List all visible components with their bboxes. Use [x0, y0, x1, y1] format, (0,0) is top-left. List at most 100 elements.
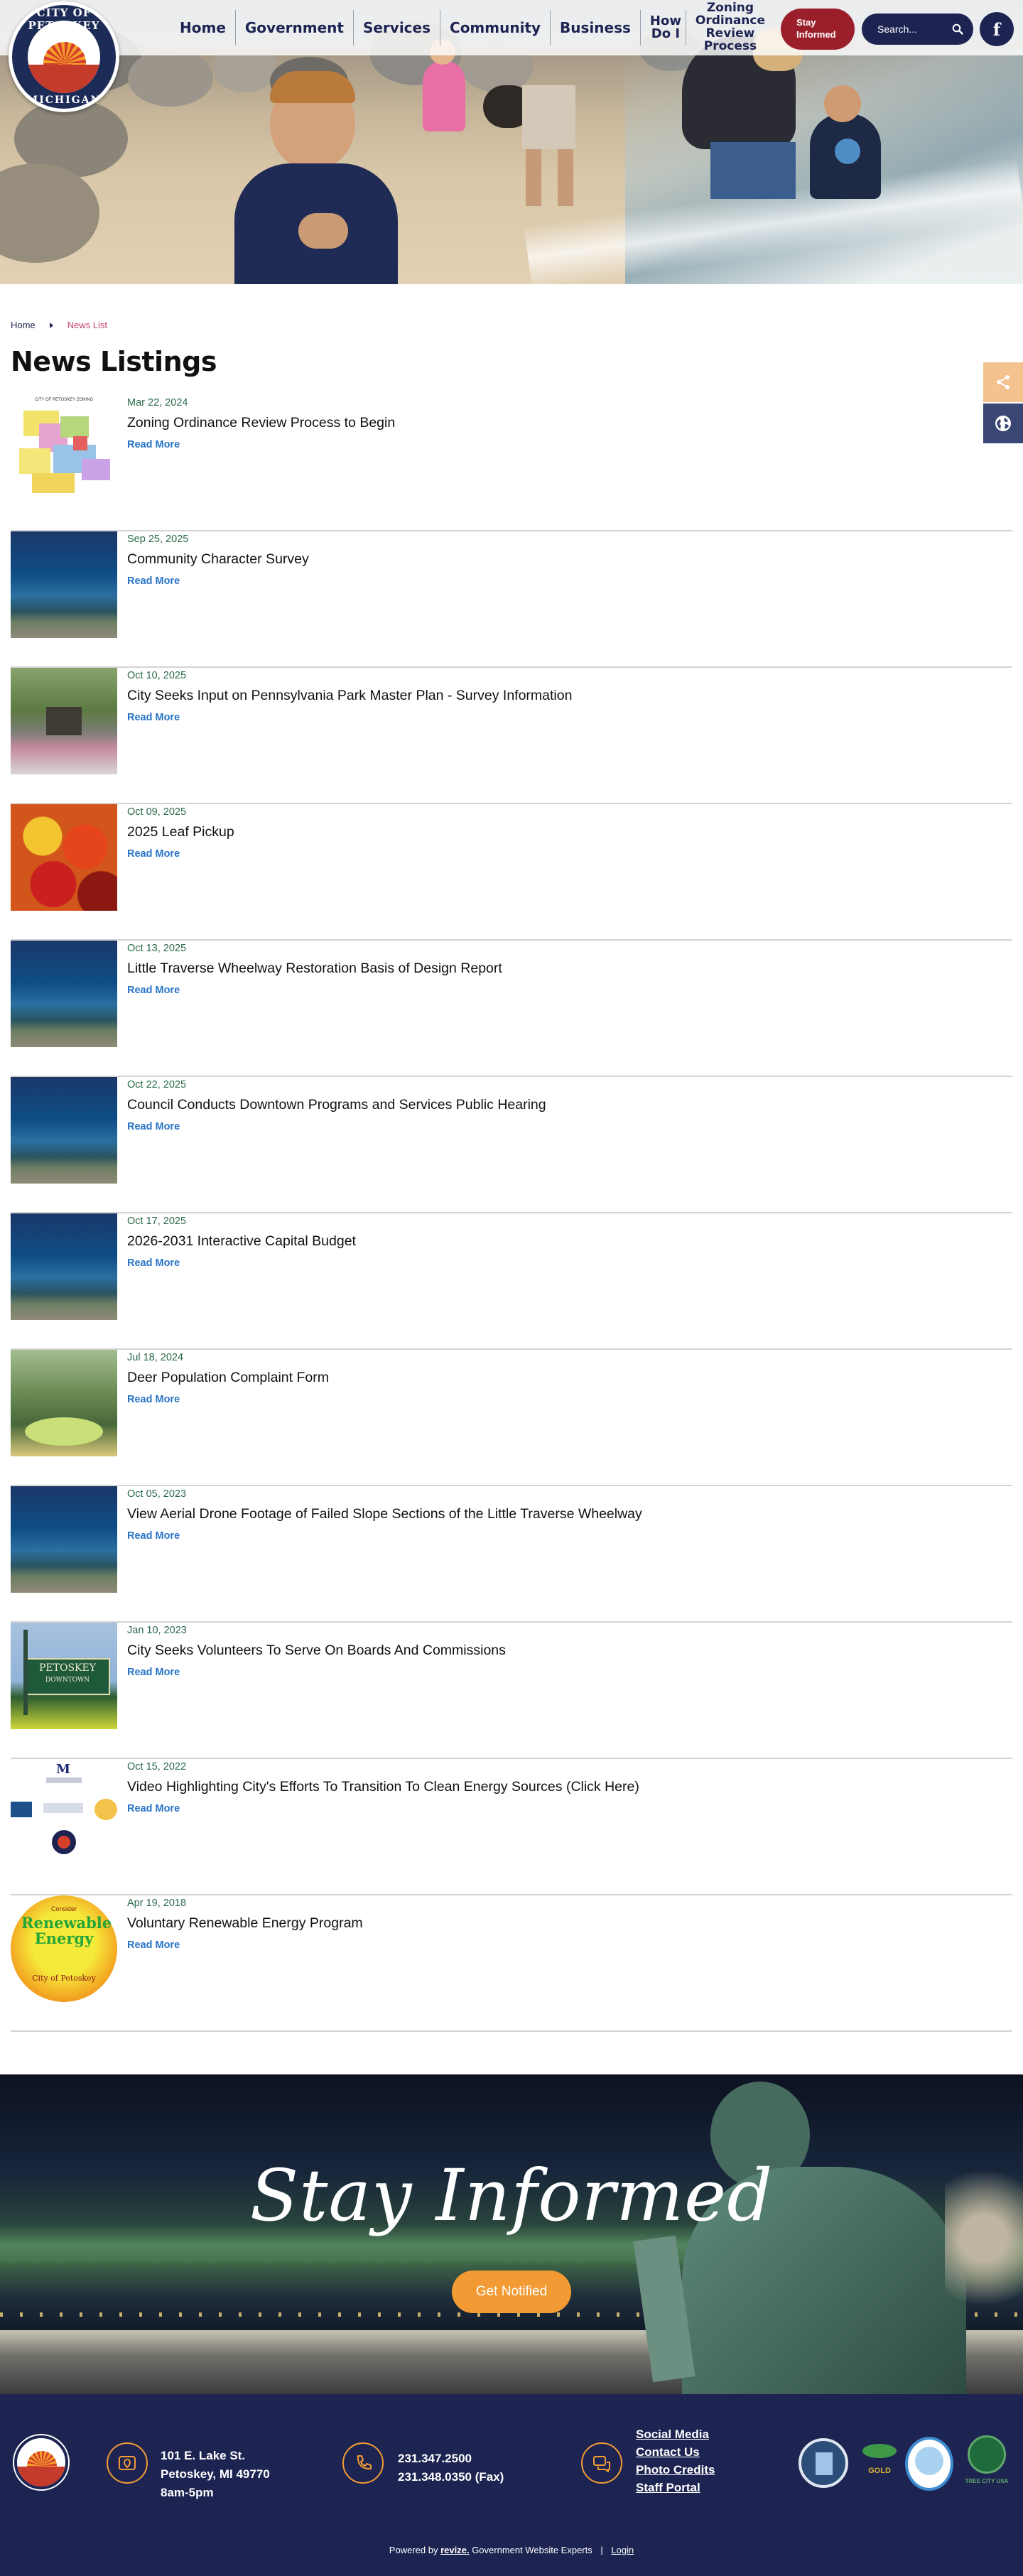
news-title[interactable]: Video Highlighting City's Efforts To Tra…	[127, 1779, 639, 1795]
contact-us-link[interactable]: Contact Us	[636, 2443, 715, 2461]
breadcrumb-home[interactable]: Home	[11, 320, 36, 330]
news-thumbnail[interactable]: M	[11, 1759, 117, 1866]
news-date: Sep 25, 2025	[127, 534, 189, 545]
search-input[interactable]	[877, 23, 951, 35]
nav-services[interactable]: Services	[354, 10, 441, 45]
news-item: Oct 10, 2025 City Seeks Input on Pennsyl…	[11, 668, 1012, 804]
read-more-link[interactable]: Read More	[127, 439, 395, 450]
news-thumbnail[interactable]: Consider Renewable Energy City of Petosk…	[11, 1895, 117, 2002]
news-thumbnail[interactable]	[11, 668, 117, 774]
news-title[interactable]: Council Conducts Downtown Programs and S…	[127, 1097, 546, 1113]
hero-image: CITY OF PETOSKEY MICHIGAN Home Governmen…	[0, 0, 1023, 284]
social-media-link[interactable]: Social Media	[636, 2425, 715, 2443]
footer-links: Social Media Contact Us Photo Credits St…	[636, 2425, 715, 2496]
read-more-link[interactable]: Read More	[127, 1257, 356, 1269]
news-thumbnail[interactable]	[11, 1077, 117, 1184]
news-title[interactable]: Zoning Ordinance Review Process to Begin	[127, 415, 395, 431]
tree-city-badge[interactable]: TREE CITY USA	[963, 2435, 1010, 2492]
news-title[interactable]: Deer Population Complaint Form	[127, 1370, 329, 1386]
stay-informed-label: Stay Informed	[796, 17, 836, 40]
news-thumbnail[interactable]	[11, 1486, 117, 1593]
news-thumbnail[interactable]	[11, 804, 117, 911]
powered-suffix: Government Website Experts	[472, 2545, 592, 2555]
read-more-link[interactable]: Read More	[127, 575, 309, 587]
nav-how-do-i[interactable]: How Do I	[641, 10, 686, 45]
news-title[interactable]: 2026-2031 Interactive Capital Budget	[127, 1233, 356, 1250]
news-thumbnail[interactable]	[11, 941, 117, 1047]
award-badge-blue[interactable]	[905, 2437, 953, 2491]
news-date: Oct 22, 2025	[127, 1079, 187, 1091]
news-body: Apr 19, 2018 Voluntary Renewable Energy …	[127, 1898, 363, 1951]
read-more-link[interactable]: Read More	[127, 985, 502, 996]
news-thumbnail[interactable]: CITY OF PETOSKEY ZONING	[11, 395, 117, 502]
office-hours: 8am-5pm	[161, 2486, 214, 2499]
footer-address: 101 E. Lake St. Petoskey, MI 49770 8am-5…	[161, 2447, 270, 2502]
renew-main-text: Renewable Energy	[21, 1914, 112, 1948]
read-more-link[interactable]: Read More	[127, 1803, 639, 1814]
breadcrumb-arrow-icon	[49, 322, 53, 328]
news-thumbnail[interactable]	[11, 1350, 117, 1456]
news-date: Oct 15, 2022	[127, 1761, 187, 1773]
nav-business[interactable]: Business	[551, 10, 641, 45]
city-logo[interactable]: CITY OF PETOSKEY MICHIGAN	[9, 1, 119, 112]
gold-badge-text: GOLD	[868, 2467, 891, 2475]
news-thumbnail[interactable]: PETOSKEY DOWNTOWN	[11, 1623, 117, 1729]
stay-informed-button[interactable]: Stay Informed	[781, 9, 855, 50]
news-title[interactable]: Little Traverse Wheelway Restoration Bas…	[127, 960, 502, 977]
news-item: PETOSKEY DOWNTOWN Jan 10, 2023 City Seek…	[11, 1623, 1012, 1759]
read-more-link[interactable]: Read More	[127, 1667, 506, 1678]
news-date: Oct 13, 2025	[127, 943, 187, 954]
news-body: Sep 25, 2025 Community Character Survey …	[127, 534, 309, 587]
logo-m-text: M	[56, 1762, 70, 1777]
address-line2: Petoskey, MI 49770	[161, 2467, 270, 2481]
map-caption: CITY OF PETOSKEY ZONING	[34, 398, 94, 402]
news-title[interactable]: City Seeks Volunteers To Serve On Boards…	[127, 1643, 506, 1659]
read-more-link[interactable]: Read More	[127, 1939, 363, 1951]
read-more-link[interactable]: Read More	[127, 1121, 546, 1132]
nav-zoning-ordinance[interactable]: Zoning Ordinance Review Process	[686, 1, 770, 52]
read-more-link[interactable]: Read More	[127, 1394, 329, 1405]
news-date: Jul 18, 2024	[127, 1352, 184, 1363]
search-icon[interactable]	[952, 23, 963, 35]
award-badge-city[interactable]	[799, 2438, 848, 2488]
fax-number: 231.348.0350 (Fax)	[398, 2470, 504, 2484]
news-item: Oct 17, 2025 2026-2031 Interactive Capit…	[11, 1213, 1012, 1350]
news-body: Mar 22, 2024 Zoning Ordinance Review Pro…	[127, 397, 395, 450]
facebook-icon[interactable]: f	[980, 12, 1014, 46]
award-badge-gold[interactable]: GOLD	[858, 2438, 901, 2488]
news-item: Oct 13, 2025 Little Traverse Wheelway Re…	[11, 941, 1012, 1077]
news-body: Jan 10, 2023 City Seeks Volunteers To Se…	[127, 1625, 506, 1678]
footer-logo[interactable]	[14, 2435, 68, 2489]
staff-portal-link[interactable]: Staff Portal	[636, 2479, 715, 2496]
news-thumbnail[interactable]	[11, 531, 117, 638]
news-title[interactable]: 2025 Leaf Pickup	[127, 824, 234, 840]
news-title[interactable]: City Seeks Input on Pennsylvania Park Ma…	[127, 688, 572, 704]
news-title[interactable]: Voluntary Renewable Energy Program	[127, 1915, 363, 1932]
powered-prefix: Powered by	[389, 2545, 438, 2555]
read-more-link[interactable]: Read More	[127, 1530, 642, 1542]
nav-home[interactable]: Home	[170, 10, 236, 45]
address-line1: 101 E. Lake St.	[161, 2449, 246, 2462]
news-body: Jul 18, 2024 Deer Population Complaint F…	[127, 1352, 329, 1405]
news-body: Oct 05, 2023 View Aerial Drone Footage o…	[127, 1488, 642, 1542]
news-thumbnail[interactable]	[11, 1213, 117, 1320]
news-title[interactable]: Community Character Survey	[127, 551, 309, 568]
search-box[interactable]	[862, 13, 973, 45]
sign-sub-text: DOWNTOWN	[45, 1677, 90, 1684]
footer-separator: |	[600, 2545, 603, 2555]
nav-community[interactable]: Community	[440, 10, 551, 45]
news-item: Oct 22, 2025 Council Conducts Downtown P…	[11, 1077, 1012, 1213]
read-more-link[interactable]: Read More	[127, 848, 234, 860]
login-link[interactable]: Login	[611, 2545, 634, 2555]
get-notified-button[interactable]: Get Notified	[452, 2271, 571, 2313]
news-title[interactable]: View Aerial Drone Footage of Failed Slop…	[127, 1506, 642, 1522]
phone-number[interactable]: 231.347.2500	[398, 2450, 504, 2468]
photo-credits-link[interactable]: Photo Credits	[636, 2461, 715, 2479]
nav-government[interactable]: Government	[236, 10, 354, 45]
revize-link[interactable]: revize.	[440, 2545, 469, 2555]
news-body: Oct 22, 2025 Council Conducts Downtown P…	[127, 1079, 546, 1132]
read-more-link[interactable]: Read More	[127, 712, 572, 723]
news-body: Oct 15, 2022 Video Highlighting City's E…	[127, 1761, 639, 1814]
chat-icon	[581, 2442, 622, 2484]
news-item: Oct 09, 2025 2025 Leaf Pickup Read More	[11, 804, 1012, 941]
